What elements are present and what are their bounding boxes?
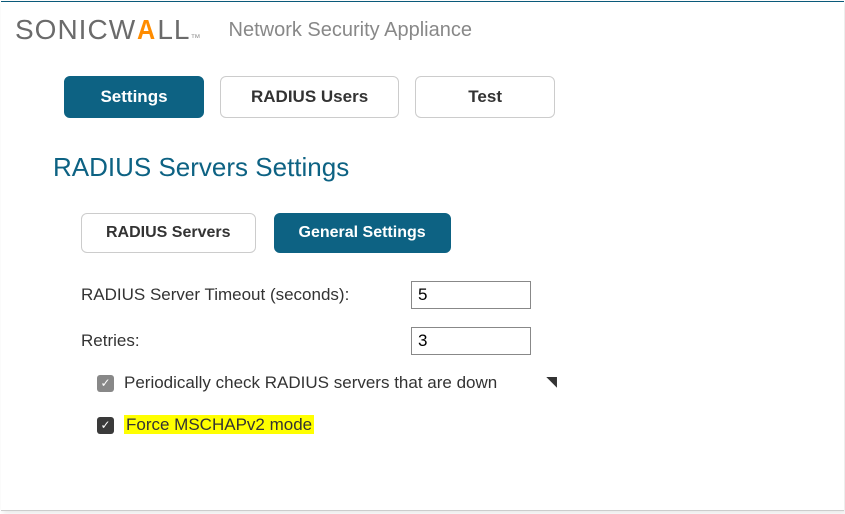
header-subtitle: Network Security Appliance <box>229 19 472 42</box>
logo: SONIC WALL ™ <box>15 14 201 46</box>
tab-radius-users[interactable]: RADIUS Users <box>220 76 399 118</box>
timeout-input[interactable] <box>411 281 531 309</box>
tab-test[interactable]: Test <box>415 76 555 118</box>
logo-swoosh-icon: A <box>137 14 156 46</box>
retries-row: Retries: <box>81 327 844 355</box>
logo-sonic-text: SONIC <box>15 14 109 46</box>
timeout-row: RADIUS Server Timeout (seconds): <box>81 281 844 309</box>
form-area: RADIUS Server Timeout (seconds): Retries… <box>1 253 844 435</box>
force-check-label: Force MSCHAPv2 mode <box>124 415 314 435</box>
caret-icon: ◥ <box>546 373 557 390</box>
periodic-checkbox[interactable]: ✓ <box>97 375 114 392</box>
logo-trademark: ™ <box>191 33 201 44</box>
periodic-check-label: Periodically check RADIUS servers that a… <box>124 373 497 393</box>
timeout-label: RADIUS Server Timeout (seconds): <box>81 285 411 305</box>
check-icon: ✓ <box>100 419 110 431</box>
logo-wall-text: WALL <box>109 14 191 46</box>
tab-radius-servers[interactable]: RADIUS Servers <box>81 213 256 253</box>
retries-label: Retries: <box>81 331 411 351</box>
periodic-check-row: ✓ Periodically check RADIUS servers that… <box>97 373 537 393</box>
section-title: RADIUS Servers Settings <box>1 118 844 183</box>
force-checkbox[interactable]: ✓ <box>97 417 114 434</box>
tab-settings[interactable]: Settings <box>64 76 204 118</box>
force-check-row: ✓ Force MSCHAPv2 mode <box>97 415 844 435</box>
retries-input[interactable] <box>411 327 531 355</box>
app-header: SONIC WALL ™ Network Security Appliance <box>1 2 844 56</box>
primary-tabs: Settings RADIUS Users Test <box>1 56 844 118</box>
tab-general-settings[interactable]: General Settings <box>274 213 451 253</box>
check-icon: ✓ <box>100 377 110 389</box>
secondary-tabs: RADIUS Servers General Settings <box>1 183 844 253</box>
